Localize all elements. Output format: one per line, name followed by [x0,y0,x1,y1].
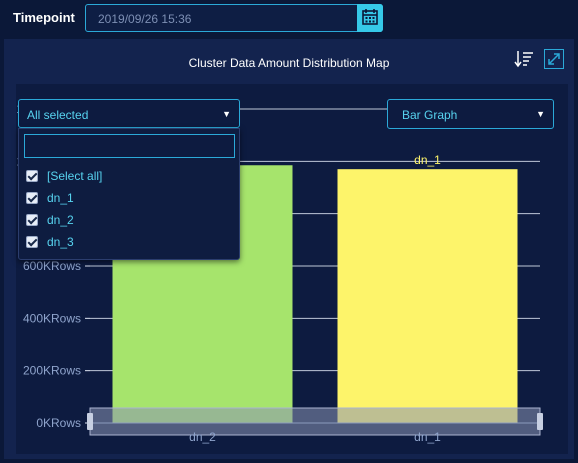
node-filter-search-input[interactable] [24,134,235,158]
node-filter-select[interactable]: All selected ▼ [18,99,240,128]
x-tick-label: dn_2 [189,430,216,444]
checkbox-checked[interactable] [26,192,38,204]
bar-data-label: dn_1 [414,153,441,167]
node-filter-menu: [Select all] dn_1 dn_2 dn_3 [18,128,240,260]
y-tick-label: 200KRows [23,364,81,378]
chevron-down-icon: ▼ [222,109,231,119]
bar-dn_1 [337,169,518,423]
option-label: dn_1 [47,191,74,205]
x-tick-label: dn_1 [414,430,441,444]
chevron-down-icon: ▼ [536,109,545,119]
option-select-all[interactable]: [Select all] [26,168,102,184]
option-label: dn_2 [47,213,74,227]
zoom-handle-left [87,413,93,430]
chart-type-value: Bar Graph [402,108,458,122]
checkbox-checked[interactable] [26,236,38,248]
y-tick-label: 600KRows [23,259,81,273]
zoom-handle-right [537,413,543,430]
y-tick-label: 0KRows [36,416,81,430]
chart-type-select[interactable]: Bar Graph ▼ [387,99,554,129]
option-dn-3[interactable]: dn_3 [26,234,74,250]
y-tick-label: 400KRows [23,311,81,325]
option-label: [Select all] [47,169,103,183]
checkbox-checked[interactable] [26,170,38,182]
checkbox-checked[interactable] [26,214,38,226]
option-label: dn_3 [47,235,74,249]
option-dn-2[interactable]: dn_2 [26,212,74,228]
option-dn-1[interactable]: dn_1 [26,190,74,206]
zoom-slider [89,407,541,436]
node-filter-value: All selected [27,108,89,122]
